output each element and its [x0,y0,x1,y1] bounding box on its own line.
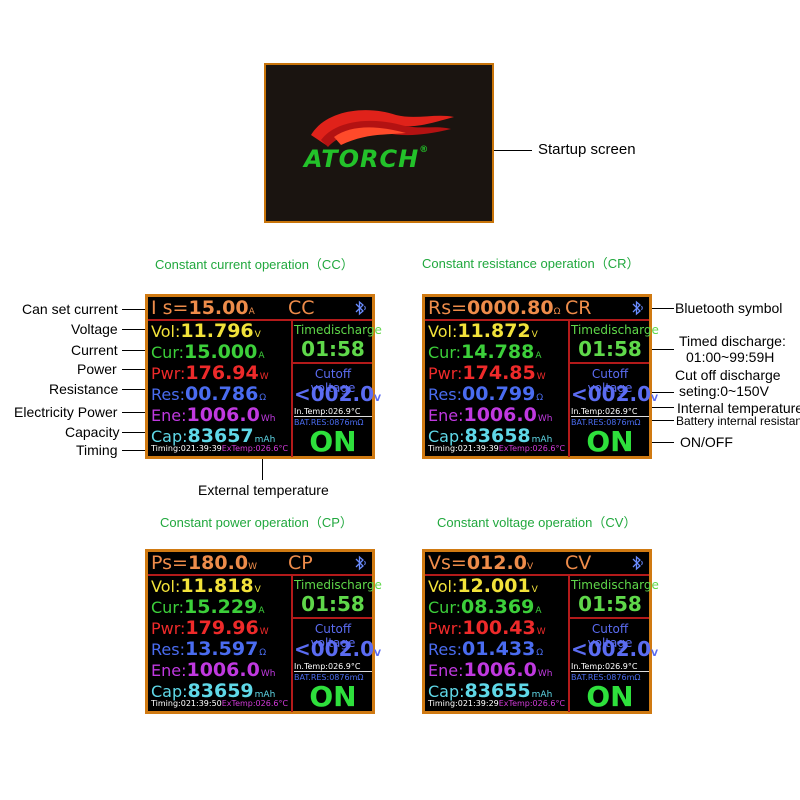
onoff-status[interactable]: ON [294,683,372,711]
setpoint-header: I s=15.00A CC [148,297,372,319]
callout-current: Current [71,342,118,358]
mode-label: CV [565,552,592,574]
panel-divider [293,617,372,619]
panel-divider [291,321,293,457]
timed-discharge-value: 01:58 [301,592,365,616]
callout-cutoff-2: seting:0~150V [679,383,769,399]
internal-temperature: In.Temp:026.9°C [294,662,372,672]
callout-bluetooth: Bluetooth symbol [675,300,783,316]
mode-label: CR [565,297,592,319]
callout-resistance: Resistance [49,381,119,397]
onoff-status[interactable]: ON [571,428,649,456]
setpoint-header: Ps=180.0W CP [148,552,372,574]
timed-discharge-value: 01:58 [301,337,365,361]
setpoint-header: Rs=0000.80Ω CR [425,297,649,319]
external-temperature: ExTemp:026.6°C [221,699,289,708]
external-temperature: ExTemp:026.6°C [221,444,289,453]
title-cc: Constant current operation（CC） [155,257,354,272]
startup-screen: ATORCH® [264,63,494,223]
panel-divider [570,362,649,364]
timed-discharge-value: 01:58 [578,592,642,616]
title-cp: Constant power operation（CP） [160,515,353,530]
callout-timed-1: Timed discharge: [679,333,786,349]
callout-onoff: ON/OFF [680,434,733,450]
internal-temperature: In.Temp:026.9°C [294,407,372,417]
cutoff-voltage-value: <002.0V [294,382,381,406]
mode-label: CC [288,297,315,319]
setpoint-header: Vs=012.0V CV [425,552,649,574]
timing-bar: Timing:021:39:50ExTemp:026.6°C [151,699,289,708]
timing-bar: Timing:021:39:39ExTemp:026.6°C [428,444,566,453]
panel-divider [568,576,570,712]
callout-energy: Electricity Power [14,404,118,420]
timing-bar: Timing:021:39:29ExTemp:026.6°C [428,699,566,708]
callout-line [494,150,532,151]
callout-set-current: Can set current [22,301,118,317]
internal-temperature: In.Temp:026.9°C [571,662,649,672]
callout-power: Power [77,361,117,377]
logo-wordmark: ATORCH® [304,145,430,173]
title-cv: Constant voltage operation（CV） [437,515,637,530]
screen-cv: Vs=012.0V CV Vol:12.001V Cur:08.369A Pwr… [422,549,659,714]
screen-cp: Ps=180.0W CP Vol:11.818V Cur:15.229A Pwr… [145,549,382,714]
bluetooth-icon [355,555,366,571]
title-cr: Constant resistance operation（CR） [422,256,640,271]
panel-divider [293,362,372,364]
cutoff-voltage-value: <002.0V [571,637,658,661]
onoff-status[interactable]: ON [294,428,372,456]
panel-divider [570,617,649,619]
timed-discharge-value: 01:58 [578,337,642,361]
cutoff-voltage-value: <002.0V [571,382,658,406]
callout-voltage: Voltage [71,321,118,337]
timed-discharge-label: Timedischarge [294,578,382,592]
cutoff-voltage-value: <002.0V [294,637,381,661]
startup-callout: Startup screen [538,141,636,158]
screen-cc: I s=15.00A CC Vol:11.796V Cur:15.000A Pw… [145,294,382,459]
callout-bat-res: Battery internal resistance [676,414,800,428]
flame-logo-icon [311,110,454,147]
timed-discharge-label: Timedischarge [571,323,659,337]
timing-bar: Timing:021:39:39ExTemp:026.6°C [151,444,289,453]
panel-divider [291,576,293,712]
bluetooth-icon [355,300,366,316]
external-temperature: ExTemp:026.6°C [498,444,566,453]
timed-discharge-label: Timedischarge [294,323,382,337]
bluetooth-icon [632,555,643,571]
callout-capacity: Capacity [65,424,120,440]
callout-cutoff-1: Cut off discharge [675,367,781,383]
external-temperature: ExTemp:026.6°C [498,699,566,708]
screen-cr: Rs=0000.80Ω CR Vol:11.872V Cur:14.788A P… [422,294,659,459]
panel-divider [568,321,570,457]
internal-temperature: In.Temp:026.9°C [571,407,649,417]
bluetooth-icon [632,300,643,316]
timed-discharge-label: Timedischarge [571,578,659,592]
mode-label: CP [288,552,313,574]
callout-ext-temp: External temperature [198,482,329,498]
callout-timing: Timing [76,442,118,458]
onoff-status[interactable]: ON [571,683,649,711]
callout-timed-2: 01:00~99:59H [686,349,775,365]
